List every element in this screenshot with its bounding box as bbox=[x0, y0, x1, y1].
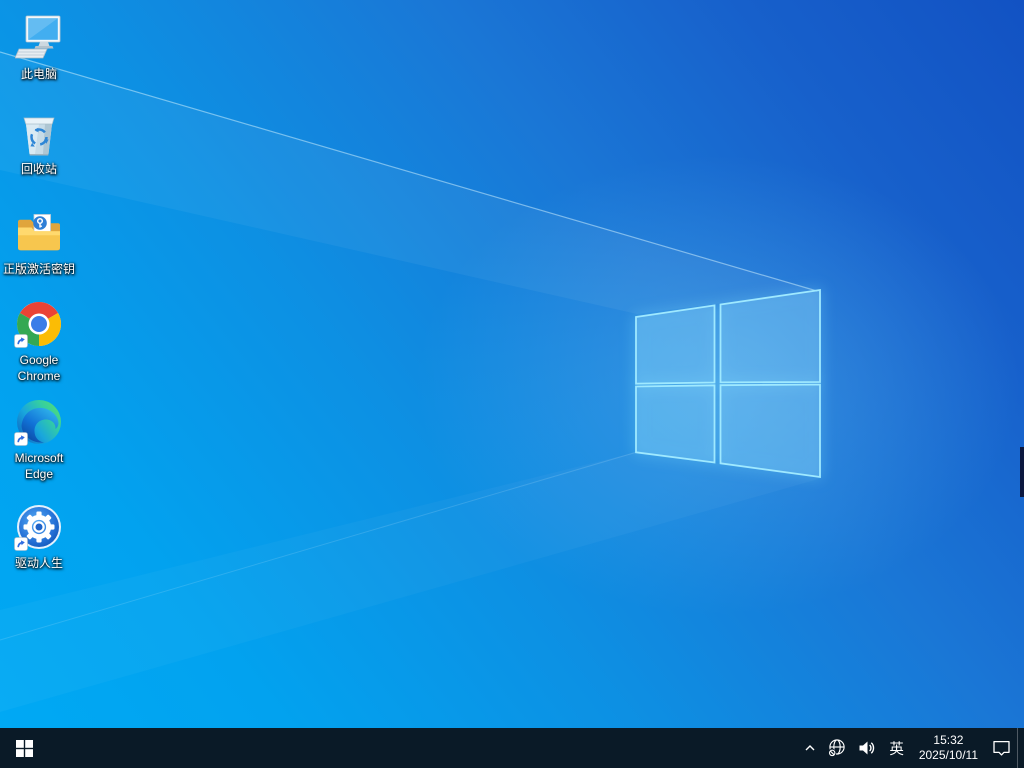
chevron-up-icon bbox=[805, 745, 815, 751]
recycle-bin-icon bbox=[23, 117, 55, 156]
icon-label-recycle-bin: 回收站 bbox=[20, 162, 57, 176]
ime-language-indicator[interactable]: 英 bbox=[882, 728, 911, 768]
icon-label-this-pc: 此电脑 bbox=[20, 67, 57, 81]
folder-key-icon bbox=[18, 214, 60, 251]
show-hidden-icons-button[interactable] bbox=[798, 728, 822, 768]
desktop-icon-recycle-bin[interactable]: 回收站 bbox=[1, 108, 77, 177]
globe-no-internet-icon bbox=[828, 739, 846, 757]
action-center-button[interactable] bbox=[986, 728, 1017, 768]
desktop-icon-google-chrome[interactable]: Google Chrome bbox=[1, 299, 77, 384]
taskbar-clock[interactable]: 15:32 2025/10/11 bbox=[911, 728, 986, 768]
windows-logo-icon bbox=[15, 739, 33, 757]
windows-wallpaper-logo-icon bbox=[635, 288, 821, 479]
show-desktop-button[interactable] bbox=[1017, 728, 1024, 768]
network-status-button[interactable] bbox=[822, 728, 852, 768]
notification-bubble-icon bbox=[993, 740, 1010, 756]
icon-label-activation-key: 正版激活密钥 bbox=[2, 262, 75, 276]
system-tray: 英 15:32 2025/10/11 bbox=[798, 728, 1024, 768]
taskbar: 英 15:32 2025/10/11 bbox=[0, 728, 1024, 768]
desktop-icon-microsoft-edge[interactable]: Microsoft Edge bbox=[1, 397, 77, 482]
shortcut-arrow-icon bbox=[14, 334, 28, 348]
start-button[interactable] bbox=[0, 728, 48, 768]
shortcut-arrow-icon bbox=[14, 537, 28, 551]
volume-button[interactable] bbox=[852, 728, 882, 768]
shortcut-arrow-icon bbox=[14, 432, 28, 446]
clock-time: 15:32 bbox=[933, 733, 964, 747]
autohide-scrollbar[interactable] bbox=[1020, 447, 1024, 497]
icon-label-driver-life: 驱动人生 bbox=[14, 556, 63, 570]
clock-date: 2025/10/11 bbox=[918, 748, 978, 762]
speaker-icon bbox=[859, 741, 875, 755]
this-pc-icon bbox=[15, 15, 61, 59]
icon-label-google-chrome: Google Chrome bbox=[17, 353, 61, 383]
desktop-icon-driver-life[interactable]: 驱动人生 bbox=[1, 502, 77, 571]
desktop-background[interactable]: 此电脑 回收站 正版激活密钥 Google Chrome Microsoft E… bbox=[0, 0, 1024, 728]
desktop-icon-this-pc[interactable]: 此电脑 bbox=[1, 13, 77, 82]
icon-label-microsoft-edge: Microsoft Edge bbox=[14, 451, 64, 481]
wallpaper-light-rays bbox=[0, 51, 818, 641]
desktop-icon-activation-key[interactable]: 正版激活密钥 bbox=[1, 208, 77, 277]
